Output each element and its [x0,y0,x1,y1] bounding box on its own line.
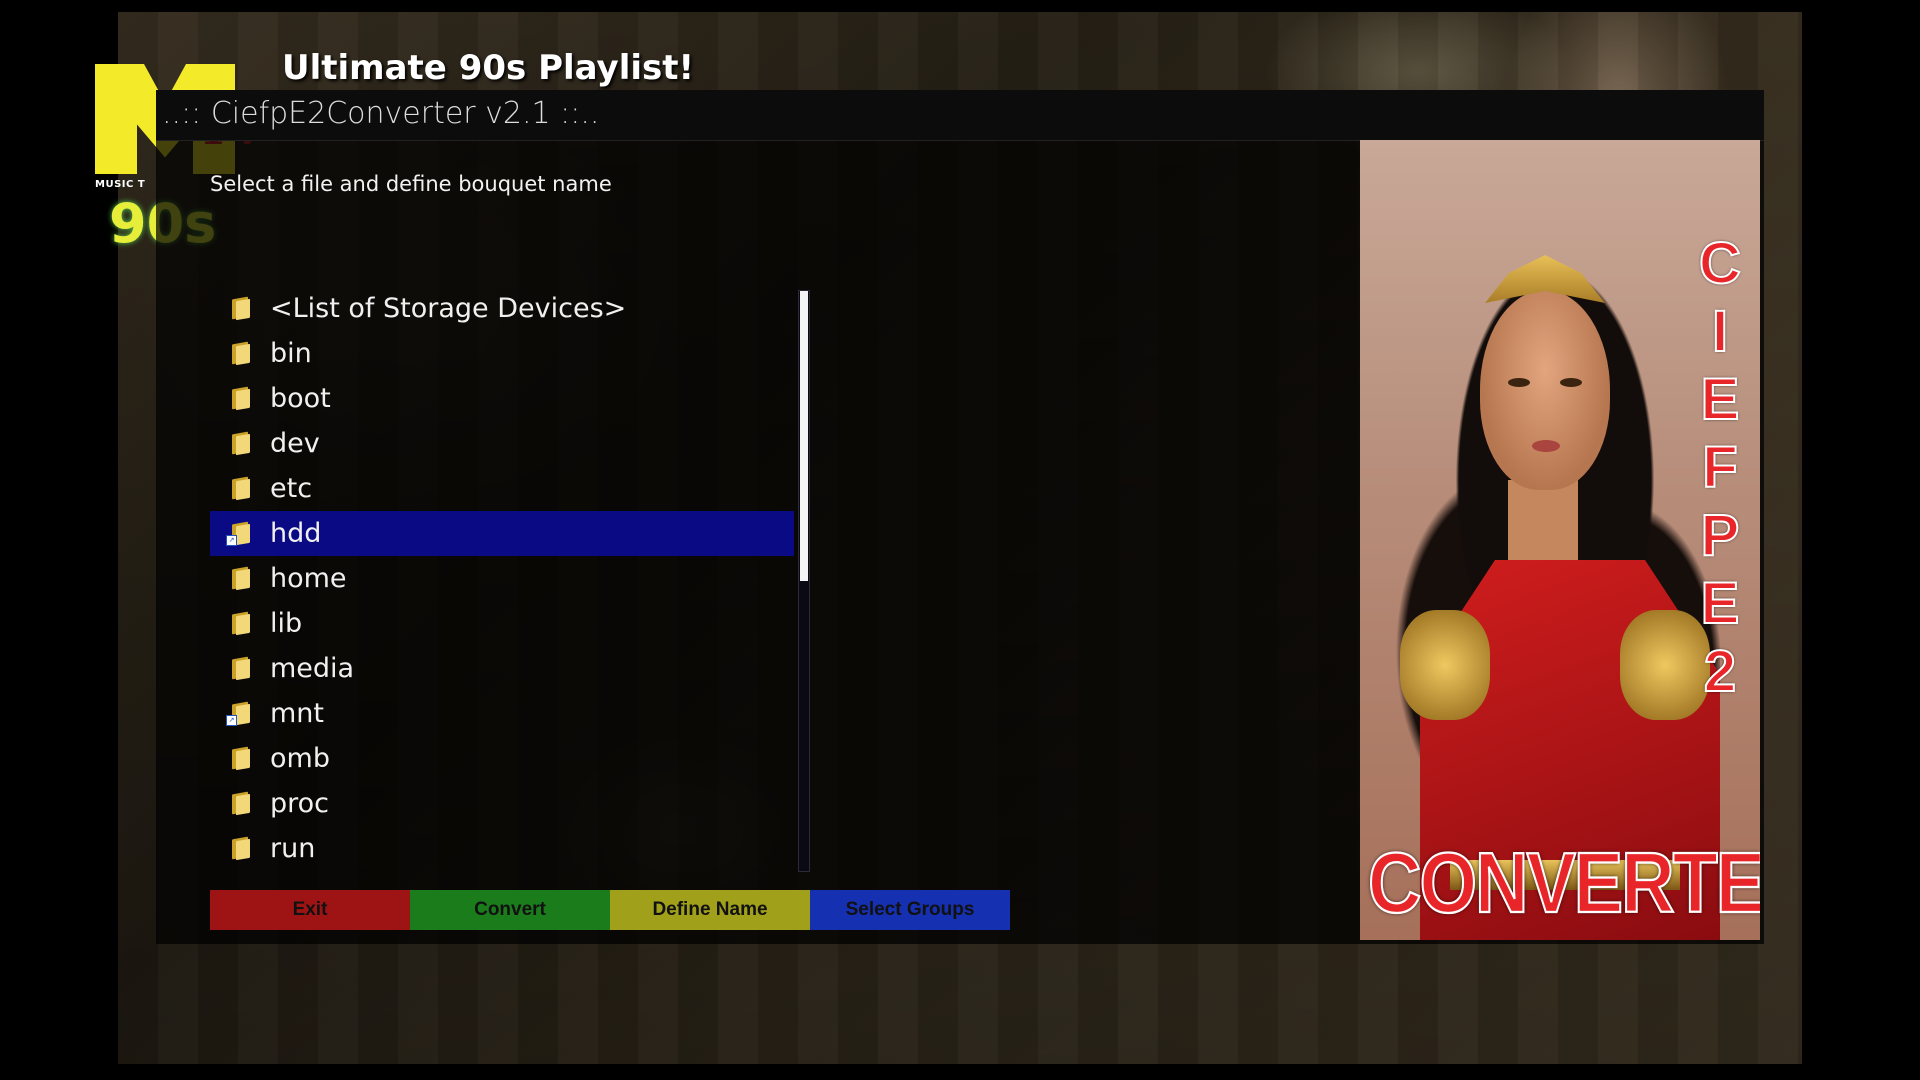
title-bar: ..:: CiefpE2Converter v2.1 ::.. [156,90,1764,141]
file-item-label: etc [270,473,313,504]
scrollbar-thumb[interactable] [800,291,808,581]
file-list-item[interactable]: bin [210,331,794,376]
poster-letter: 2 [1703,638,1737,705]
exit-button[interactable]: Exit [210,890,410,930]
poster-eye [1560,378,1582,387]
file-item-label: bin [270,338,312,369]
poster-letter: P [1700,502,1741,569]
poster-letter: E [1700,570,1741,637]
folder-icon [232,386,252,411]
folder-icon [232,296,252,321]
poster-letter: C [1698,230,1742,297]
file-list-item[interactable]: home [210,556,794,601]
file-list-item-selected[interactable]: ↗ hdd [210,511,794,556]
file-item-label: boot [270,383,331,414]
poster-neck [1508,480,1578,570]
file-list-item[interactable]: media [210,646,794,691]
file-item-label: run [270,833,316,864]
poster-armor [1400,610,1490,720]
define-name-button[interactable]: Define Name [610,890,810,930]
plugin-window: ..:: CiefpE2Converter v2.1 ::.. Select a… [156,90,1764,944]
promo-title: Ultimate 90s Playlist! [282,48,695,88]
file-list-item[interactable]: <List of Storage Devices> [210,286,794,331]
folder-icon [232,746,252,771]
file-list-item[interactable]: etc [210,466,794,511]
window-title: ..:: CiefpE2Converter v2.1 ::.. [162,96,600,131]
window-subtitle: Select a file and define bouquet name [210,172,612,196]
file-item-label: lib [270,608,303,639]
folder-icon [232,431,252,456]
poster-face [1480,290,1610,490]
file-list-item[interactable]: boot [210,376,794,421]
folder-icon [232,566,252,591]
file-browser-list[interactable]: <List of Storage Devices> bin boot dev e… [210,286,794,871]
file-item-label: hdd [270,518,322,549]
select-groups-button[interactable]: Select Groups [810,890,1010,930]
file-list-item[interactable]: lib [210,601,794,646]
poster-converter-text: CONVERTER [1367,834,1760,932]
file-list-item[interactable]: dev [210,421,794,466]
file-item-label: dev [270,428,320,459]
folder-icon [232,656,252,681]
symlink-badge-icon: ↗ [226,535,237,546]
file-item-label: proc [270,788,330,819]
poster-letter: F [1701,434,1738,501]
poster-eye [1508,378,1530,387]
folder-icon [232,341,252,366]
file-list-item[interactable]: ↗ mnt [210,691,794,736]
poster-letter: E [1700,366,1741,433]
file-list-item[interactable]: run [210,826,794,871]
convert-button[interactable]: Convert [410,890,610,930]
folder-icon [232,611,252,636]
file-list-item[interactable]: proc [210,781,794,826]
poster-lips [1532,440,1560,452]
folder-icon [232,836,252,861]
file-item-label: omb [270,743,330,774]
file-item-label: mnt [270,698,324,729]
poster-vertical-title: C I E F P E 2 [1690,230,1750,706]
plugin-poster-image: C I E F P E 2 CONVERTER [1360,140,1760,940]
file-list-scrollbar[interactable] [798,290,810,872]
poster-letter: I [1711,298,1729,365]
symlink-badge-icon: ↗ [226,715,237,726]
file-item-label: <List of Storage Devices> [270,293,627,324]
mtv-subtitle: MUSIC T [95,179,146,190]
file-item-label: media [270,653,355,684]
folder-icon [232,791,252,816]
file-list-item[interactable]: omb [210,736,794,781]
folder-icon [232,476,252,501]
file-item-label: home [270,563,347,594]
